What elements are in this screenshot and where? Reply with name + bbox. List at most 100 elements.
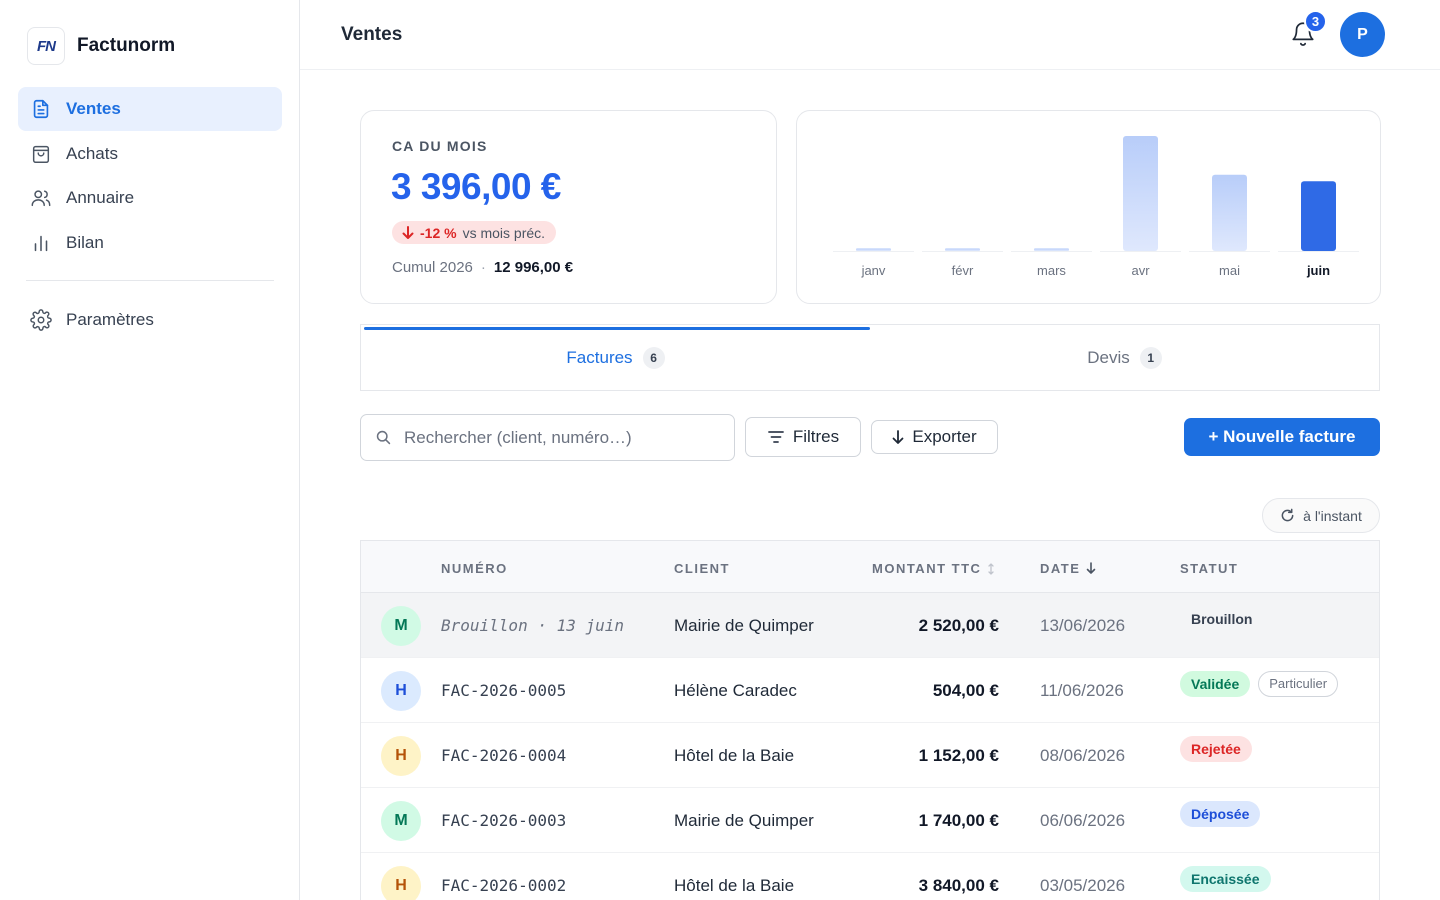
chart-svg: janv févr mars avr mai juin [833, 136, 1359, 278]
sort-desc-icon [1087, 562, 1096, 574]
column-header-client: CLIENT [674, 561, 730, 576]
client-name: Hélène Caradec [674, 680, 797, 700]
table-row[interactable]: H FAC-2026-0005 Hélène Caradec 504,00 € … [361, 658, 1379, 723]
document-tabs: Factures 6 Devis 1 [360, 324, 1380, 391]
bar-chart-icon [34, 235, 48, 251]
invoice-number: FAC-2026-0002 [441, 876, 567, 895]
export-button[interactable]: Exporter [871, 420, 998, 454]
column-header-date[interactable]: DATE [1040, 561, 1096, 576]
kpi-cumul-label: Cumul 2026 [392, 259, 473, 276]
sidebar-divider [26, 279, 274, 281]
kpi-delta-badge: -12 % vs mois préc. [392, 221, 557, 244]
refresh-icon [1281, 508, 1294, 522]
gear-icon [30, 308, 52, 331]
table-row[interactable]: M Brouillon · 13 juin Mairie de Quimper … [361, 593, 1379, 658]
invoice-date: 08/06/2026 [1040, 745, 1126, 765]
chart-category-label: janv [861, 263, 886, 278]
tab-devis[interactable]: Devis 1 [870, 325, 1379, 390]
invoice-date: 13/06/2026 [1040, 615, 1126, 635]
shopping-bag-icon [32, 145, 50, 163]
column-header-label: DATE [1040, 561, 1081, 576]
chart-category-label: avr [1131, 263, 1150, 278]
client-avatar: M [381, 605, 421, 646]
user-avatar[interactable]: P [1340, 12, 1385, 57]
status-badge: Validée [1180, 670, 1251, 697]
chart-bar-juin[interactable] [1301, 181, 1336, 251]
client-type-tag: Particulier [1258, 670, 1339, 697]
tab-label: Devis [1087, 347, 1130, 367]
document-icon [33, 99, 49, 119]
kpi-cumul: Cumul 2026 · 12 996,00 € [392, 259, 573, 276]
arrow-down-icon [892, 429, 904, 444]
client-avatar-cell: H [381, 853, 421, 900]
invoice-number: FAC-2026-0005 [441, 681, 567, 700]
status-cell: Validée Particulier [1180, 651, 1339, 716]
brand[interactable]: FN Factunorm [27, 27, 175, 65]
chart-category-label: mars [1037, 263, 1066, 278]
table-row[interactable]: H FAC-2026-0002 Hôtel de la Baie 3 840,0… [361, 853, 1379, 900]
client-name: Mairie de Quimper [674, 810, 814, 830]
amount: 504,00 € [932, 680, 999, 700]
chart-category-label: juin [1306, 263, 1330, 278]
invoice-number: FAC-2026-0004 [441, 746, 567, 765]
notification-badge: 3 [1304, 10, 1327, 33]
invoice-number: FAC-2026-0003 [441, 811, 567, 830]
filters-label: Filtres [792, 427, 840, 446]
client-name: Mairie de Quimper [674, 615, 814, 635]
amount: 3 840,00 € [918, 875, 999, 895]
sort-icon [988, 562, 995, 575]
chart-bar-janv[interactable] [856, 248, 891, 251]
sidebar-item-achats[interactable]: Achats [18, 132, 282, 176]
status-cell: Rejetée [1180, 716, 1252, 781]
sidebar-item-ventes[interactable]: Ventes [18, 87, 282, 131]
table-row[interactable]: H FAC-2026-0004 Hôtel de la Baie 1 152,0… [361, 723, 1379, 788]
sidebar: FN Factunorm Ventes Achats Annuaire Bila… [0, 0, 300, 900]
filter-icon [767, 431, 784, 443]
client-avatar: H [381, 735, 421, 776]
page-title: Ventes [341, 24, 403, 45]
search-input[interactable] [404, 427, 704, 448]
top-header: Ventes 3 P [300, 0, 1440, 70]
refresh-button[interactable]: à l'instant [1262, 498, 1380, 533]
column-header-montant[interactable]: MONTANT TTC [872, 561, 995, 576]
status-badge: Brouillon [1180, 605, 1264, 632]
kpi-cumul-value: 12 996,00 € [493, 259, 574, 276]
client-avatar: H [381, 865, 421, 900]
chart-bar-avr[interactable] [1123, 136, 1158, 251]
kpi-cumul-separator: · [480, 259, 486, 276]
app-root: FN Factunorm Ventes Achats Annuaire Bila… [0, 0, 1440, 900]
filters-button[interactable]: Filtres [745, 417, 861, 457]
status-badge: Encaissée [1180, 865, 1271, 892]
client-avatar-cell: H [381, 658, 421, 723]
revenue-kpi-card: CA DU MOIS 3 396,00 € -12 % vs mois préc… [360, 110, 777, 304]
chart-bar-févr[interactable] [945, 248, 980, 251]
monthly-revenue-chart: janv févr mars avr mai juin [796, 110, 1381, 304]
chart-bar-mars[interactable] [1034, 248, 1069, 251]
tab-count: 1 [1139, 346, 1162, 369]
chart-bar-mai[interactable] [1212, 174, 1247, 251]
sidebar-item-parametres[interactable]: Paramètres [18, 298, 282, 342]
amount: 2 520,00 € [918, 615, 999, 635]
sidebar-item-label: Achats [66, 143, 118, 163]
users-icon [31, 190, 51, 207]
sidebar-item-annuaire[interactable]: Annuaire [18, 176, 282, 220]
new-invoice-button[interactable]: + Nouvelle facture [1184, 418, 1380, 456]
column-header-statut: STATUT [1180, 561, 1239, 576]
status-badge: Rejetée [1180, 735, 1252, 762]
invoice-date: 06/06/2026 [1040, 810, 1126, 830]
app-logo: FN [27, 27, 65, 65]
refresh-label: à l'instant [1303, 507, 1362, 524]
tab-factures[interactable]: Factures 6 [361, 325, 870, 390]
search-icon [376, 430, 391, 445]
invoices-table: NUMÉRO CLIENT MONTANT TTC DATE STATUT M … [360, 540, 1380, 900]
client-avatar-cell: H [381, 723, 421, 788]
column-header-numero: NUMÉRO [441, 561, 508, 576]
sidebar-nav: Ventes Achats Annuaire Bilan Paramètres [18, 87, 282, 342]
export-label: Exporter [912, 427, 977, 446]
search-field[interactable] [360, 414, 735, 461]
kpi-delta-value: -12 % [420, 224, 457, 241]
column-header-label: MONTANT TTC [872, 561, 982, 576]
sidebar-item-bilan[interactable]: Bilan [18, 221, 282, 265]
invoice-date: 11/06/2026 [1040, 680, 1124, 700]
table-row[interactable]: M FAC-2026-0003 Mairie de Quimper 1 740,… [361, 788, 1379, 853]
